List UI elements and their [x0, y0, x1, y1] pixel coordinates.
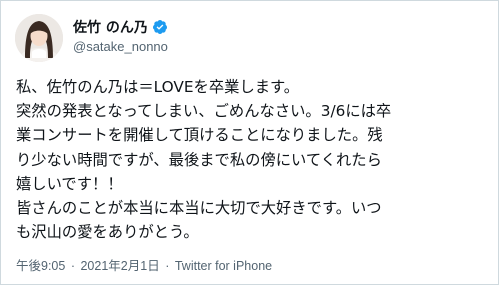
meta-separator: · — [165, 259, 170, 273]
tweet-line: り少ない時間ですが、最後まで私の傍にいてくれたら — [16, 150, 382, 169]
tweet-text: 私、佐竹のん乃は＝LOVEを卒業します。 突然の発表となってしまい、ごめんなさい… — [16, 75, 486, 244]
tweet-date[interactable]: 2021年2月1日 — [80, 259, 159, 273]
profile-photo-icon — [15, 14, 63, 62]
tweet-time[interactable]: 午後9:05 — [16, 259, 65, 273]
meta-separator: · — [70, 259, 75, 273]
author-row: 佐竹 のん乃 — [73, 17, 168, 37]
verified-badge-icon — [152, 19, 168, 35]
tweet-line: 業コンサートを開催して頂けることになりました。残 — [16, 126, 383, 145]
tweet-line: 皆さんのことが本当に本当に大切で大好きです。いつ — [16, 199, 382, 218]
tweet-metadata: 午後9:05 · 2021年2月1日 · Twitter for iPhone — [16, 255, 272, 274]
tweet-card: 佐竹 のん乃 @satake_nonno 私、佐竹のん乃は＝LOVEを卒業します… — [0, 0, 499, 285]
tweet-line: 突然の発表となってしまい、ごめんなさい。3/6には卒 — [16, 102, 392, 121]
tweet-source-link[interactable]: Twitter for iPhone — [175, 259, 272, 273]
tweet-line: 私、佐竹のん乃は＝LOVEを卒業します。 — [16, 78, 300, 96]
tweet-line: も沢山の愛をありがとう。 — [16, 223, 199, 242]
display-name[interactable]: 佐竹 のん乃 — [73, 17, 148, 37]
tweet-line: 嬉しいです！！ — [16, 174, 123, 193]
avatar[interactable] — [15, 14, 63, 62]
user-handle[interactable]: @satake_nonno — [73, 39, 168, 54]
